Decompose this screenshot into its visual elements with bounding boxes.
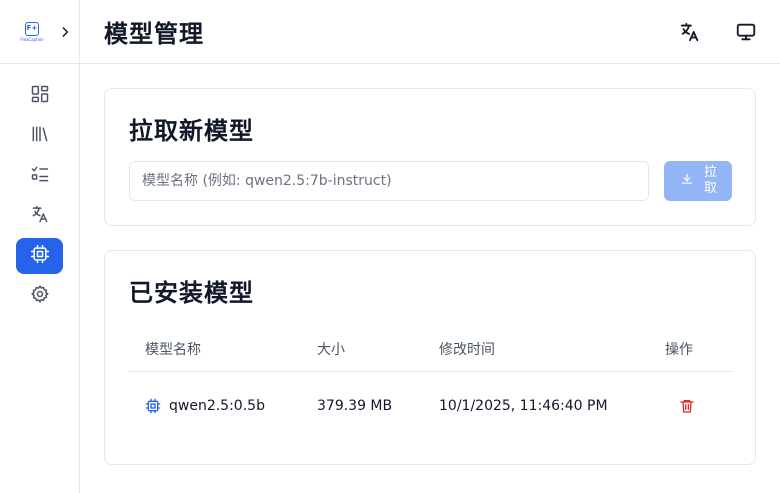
column-header-size: 大小 bbox=[317, 342, 345, 358]
installed-models-title: 已安装模型 bbox=[129, 279, 254, 307]
library-icon bbox=[30, 124, 50, 148]
installed-models-card: 已安装模型 模型名称 大小 修改时间 操作 qwen2.5:0.5b 379.3… bbox=[104, 250, 756, 465]
top-bar: 模型管理 bbox=[81, 0, 780, 64]
trash-icon bbox=[679, 398, 695, 414]
app-logo[interactable]: F+ FlexCaption bbox=[18, 18, 46, 46]
sidebar-header: F+ FlexCaption bbox=[0, 0, 79, 64]
pull-button-label: 拉取 bbox=[704, 165, 718, 196]
sidebar-item-tasks[interactable] bbox=[16, 158, 63, 194]
model-name-input[interactable] bbox=[129, 161, 649, 201]
cpu-icon bbox=[30, 244, 50, 268]
models-table: 模型名称 大小 修改时间 操作 qwen2.5:0.5b 379.39 MB 1… bbox=[129, 327, 732, 440]
model-size-cell: 379.39 MB bbox=[317, 398, 393, 414]
page-title: 模型管理 bbox=[104, 20, 204, 48]
sidebar-item-models[interactable] bbox=[16, 238, 63, 274]
sidebar-item-settings[interactable] bbox=[16, 278, 63, 314]
sidebar-item-translate[interactable] bbox=[16, 198, 63, 234]
model-name-text: qwen2.5:0.5b bbox=[169, 398, 265, 414]
model-name-cell: qwen2.5:0.5b bbox=[145, 398, 265, 414]
cpu-icon bbox=[145, 398, 161, 414]
pull-button[interactable]: 拉取 bbox=[664, 161, 732, 201]
table-header: 模型名称 大小 修改时间 操作 bbox=[129, 327, 732, 372]
pull-model-card: 拉取新模型 拉取 bbox=[104, 88, 756, 226]
top-actions bbox=[678, 20, 758, 44]
logo-text: FlexCaption bbox=[20, 36, 44, 42]
model-modified-cell: 10/1/2025, 11:46:40 PM bbox=[439, 398, 608, 414]
dashboard-icon bbox=[30, 84, 50, 108]
language-icon[interactable] bbox=[678, 20, 702, 44]
chevron-right-icon[interactable] bbox=[58, 25, 72, 39]
column-header-name: 模型名称 bbox=[145, 342, 201, 358]
column-header-actions: 操作 bbox=[665, 342, 693, 358]
table-row: qwen2.5:0.5b 379.39 MB 10/1/2025, 11:46:… bbox=[129, 372, 732, 440]
sidebar-item-dashboard[interactable] bbox=[16, 78, 63, 114]
pull-model-title: 拉取新模型 bbox=[129, 117, 254, 145]
list-check-icon bbox=[30, 164, 50, 188]
sidebar-item-library[interactable] bbox=[16, 118, 63, 154]
logo-mark: F+ bbox=[25, 21, 39, 36]
delete-model-button[interactable] bbox=[679, 398, 695, 414]
sidebar: F+ FlexCaption bbox=[0, 0, 80, 493]
download-icon bbox=[680, 172, 694, 190]
translate-icon bbox=[30, 204, 50, 228]
gear-icon bbox=[30, 284, 50, 308]
column-header-modified: 修改时间 bbox=[439, 342, 495, 358]
monitor-icon[interactable] bbox=[734, 20, 758, 44]
sidebar-nav bbox=[0, 64, 79, 318]
